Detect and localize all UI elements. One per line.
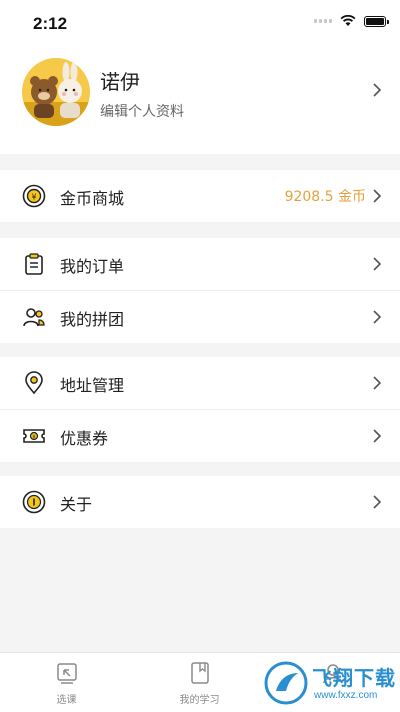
menu-item-coin-mall[interactable]: ¥ 金币商城 9208.5 金币 xyxy=(0,170,400,222)
status-time: 2:12 xyxy=(33,14,68,33)
menu-item-label: 我的拼团 xyxy=(60,310,125,329)
chevron-right-icon xyxy=(373,310,382,324)
status-icons xyxy=(314,15,389,27)
menu-item-address-management[interactable]: 地址管理 xyxy=(0,357,400,409)
menu-item-label: 地址管理 xyxy=(60,376,125,395)
profile-header[interactable]: 诺伊 编辑个人资料 xyxy=(0,44,400,154)
location-pin-icon xyxy=(25,371,43,395)
clipboard-icon xyxy=(25,253,43,275)
menu-item-label: 优惠券 xyxy=(60,429,109,448)
chevron-right-icon xyxy=(373,189,382,203)
cellular-signal-icon xyxy=(314,19,332,23)
avatar[interactable] xyxy=(22,58,90,126)
chevron-right-icon xyxy=(373,257,382,271)
svg-text:¥: ¥ xyxy=(32,434,36,440)
menu-item-label: 金币商城 xyxy=(60,189,125,208)
status-bar: 2:12 xyxy=(0,0,400,44)
watermark-url: www.fxxz.com xyxy=(314,690,378,701)
watermark: 飞翔下载 www.fxxz.com xyxy=(262,658,400,708)
menu-item-my-orders[interactable]: 我的订单 xyxy=(0,238,400,290)
tab-label: 选课 xyxy=(56,695,77,706)
watermark-text: 飞翔下载 xyxy=(312,666,396,690)
menu-item-about[interactable]: 关于 xyxy=(0,476,400,528)
wifi-icon xyxy=(340,15,356,26)
coin-balance: 9208.5 金币 xyxy=(284,189,366,205)
tab-select-course[interactable]: 选课 xyxy=(0,653,133,712)
group-icon xyxy=(23,308,45,327)
menu-section-address: 地址管理 ¥ 优惠券 xyxy=(0,357,400,462)
my-study-icon xyxy=(191,662,209,684)
svg-text:¥: ¥ xyxy=(31,193,36,202)
coin-icon: ¥ xyxy=(22,184,46,208)
menu-item-label: 关于 xyxy=(60,495,93,514)
tab-my-study[interactable]: 我的学习 xyxy=(133,653,266,712)
watermark-logo-icon xyxy=(264,661,308,705)
chevron-right-icon xyxy=(373,429,382,443)
info-icon xyxy=(22,490,46,514)
select-course-icon xyxy=(57,663,77,684)
chevron-right-icon xyxy=(373,83,382,97)
menu-section-about: 关于 xyxy=(0,476,400,528)
menu-section-orders: 我的订单 我的拼团 xyxy=(0,238,400,343)
chevron-right-icon xyxy=(373,495,382,509)
coupon-icon: ¥ xyxy=(23,429,45,443)
tab-label: 我的学习 xyxy=(179,695,220,706)
edit-profile-link[interactable]: 编辑个人资料 xyxy=(100,101,184,121)
chevron-right-icon xyxy=(373,376,382,390)
menu-section-coins: ¥ 金币商城 9208.5 金币 xyxy=(0,170,400,222)
menu-item-label: 我的订单 xyxy=(60,257,125,276)
battery-icon xyxy=(364,15,389,27)
menu-item-my-group-buy[interactable]: 我的拼团 xyxy=(0,290,400,343)
menu-item-coupons[interactable]: ¥ 优惠券 xyxy=(0,409,400,462)
profile-name: 诺伊 xyxy=(100,70,140,94)
